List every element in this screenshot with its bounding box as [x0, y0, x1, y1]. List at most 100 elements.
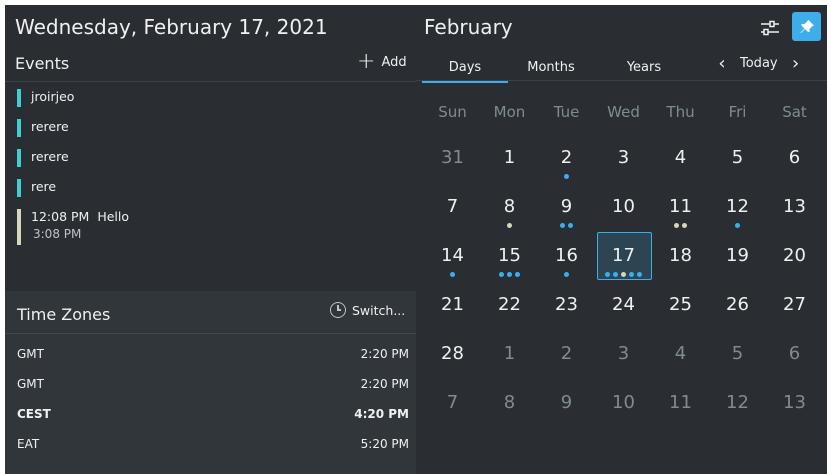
day-cell-selected[interactable]: 17 [595, 234, 652, 283]
day-cell[interactable]: 5 [709, 136, 766, 185]
switch-timezone-button[interactable]: Switch... [330, 302, 405, 318]
tz-separator [5, 333, 416, 334]
tab-years[interactable]: Years [594, 56, 694, 80]
day-number: 10 [612, 196, 635, 217]
day-cell[interactable]: 21 [424, 283, 481, 332]
day-cell[interactable]: 7 [424, 185, 481, 234]
day-number: 3 [617, 343, 630, 364]
day-cell[interactable]: 16 [538, 234, 595, 283]
weekday-label: Fri [728, 103, 747, 121]
day-cell[interactable]: 2 [538, 332, 595, 381]
day-cell[interactable]: 1 [481, 136, 538, 185]
day-number: 6 [788, 147, 801, 168]
event-line: rere [31, 179, 56, 194]
day-cell[interactable]: 9 [538, 381, 595, 430]
day-number: 25 [669, 294, 692, 315]
day-cell[interactable]: 1 [481, 332, 538, 381]
day-cell[interactable]: 4 [652, 332, 709, 381]
event-end-time: 3:08 PM [33, 227, 82, 241]
configure-button[interactable] [758, 16, 782, 40]
day-cell[interactable]: 6 [766, 332, 823, 381]
day-number: 5 [731, 343, 744, 364]
month-navigation: ‹ Today › [712, 53, 806, 74]
day-cell[interactable]: 15 [481, 234, 538, 283]
pin-button[interactable] [792, 12, 821, 41]
event-item[interactable]: jroirjeo [17, 89, 74, 107]
day-cell[interactable]: 3 [595, 332, 652, 381]
day-number: 7 [446, 196, 459, 217]
day-cell[interactable]: 8 [481, 381, 538, 430]
day-cell[interactable]: 26 [709, 283, 766, 332]
day-cell[interactable]: 18 [652, 234, 709, 283]
day-cell[interactable]: 2 [538, 136, 595, 185]
day-cell[interactable]: 11 [652, 185, 709, 234]
today-button[interactable]: Today [732, 56, 786, 71]
day-cell[interactable]: 13 [766, 381, 823, 430]
tab-months[interactable]: Months [508, 56, 594, 80]
day-cell[interactable]: 6 [766, 136, 823, 185]
event-item[interactable]: rerere [17, 149, 69, 167]
event-indicator-dots [652, 223, 709, 228]
day-cell[interactable]: 14 [424, 234, 481, 283]
event-item[interactable]: 12:08 PM Hello 3:08 PM [17, 209, 129, 245]
day-cell[interactable]: 24 [595, 283, 652, 332]
event-line: rerere [31, 149, 69, 164]
day-cell[interactable]: 7 [424, 381, 481, 430]
day-cell[interactable]: 5 [709, 332, 766, 381]
day-cell[interactable]: 23 [538, 283, 595, 332]
event-title: jroirjeo [31, 89, 75, 104]
day-cell[interactable]: 8 [481, 185, 538, 234]
day-number: 13 [783, 392, 806, 413]
tab-days[interactable]: Days [422, 56, 508, 83]
day-cell[interactable]: 13 [766, 185, 823, 234]
event-dot [507, 223, 512, 228]
day-number: 4 [674, 343, 687, 364]
timezone-row: CEST 4:20 PM [17, 407, 409, 421]
day-cell[interactable]: 10 [595, 381, 652, 430]
timezone-name: GMT [17, 377, 44, 391]
day-number: 17 [612, 245, 635, 266]
day-cell[interactable]: 28 [424, 332, 481, 381]
event-color-bar [17, 119, 21, 137]
event-dot [605, 272, 610, 277]
day-cell[interactable]: 20 [766, 234, 823, 283]
event-body: jroirjeo [31, 89, 74, 104]
event-dot [621, 272, 626, 277]
event-color-bar [17, 209, 21, 245]
timezone-name: GMT [17, 347, 44, 361]
day-number: 13 [783, 196, 806, 217]
day-cell[interactable]: 10 [595, 185, 652, 234]
event-dot [515, 272, 520, 277]
day-cell[interactable]: 19 [709, 234, 766, 283]
event-title: rerere [31, 119, 69, 134]
day-cell[interactable]: 3 [595, 136, 652, 185]
event-color-bar [17, 89, 21, 107]
event-indicator-dots [538, 174, 595, 179]
day-cell[interactable]: 22 [481, 283, 538, 332]
day-number: 8 [503, 196, 516, 217]
event-indicator-dots [709, 223, 766, 228]
event-indicator-dots [595, 272, 652, 277]
day-cell[interactable]: 4 [652, 136, 709, 185]
chevron-right-icon[interactable]: › [786, 53, 806, 74]
event-title: rere [31, 179, 57, 194]
day-cell[interactable]: 12 [709, 185, 766, 234]
event-dot [507, 272, 512, 277]
day-cell[interactable]: 12 [709, 381, 766, 430]
add-event-button[interactable]: + Add [357, 51, 407, 73]
day-cell[interactable]: 9 [538, 185, 595, 234]
day-number: 16 [555, 245, 578, 266]
timezone-time: 4:20 PM [354, 407, 409, 421]
day-cell[interactable]: 11 [652, 381, 709, 430]
day-cell[interactable]: 27 [766, 283, 823, 332]
calendar-popup: Wednesday, February 17, 2021 Events + Ad… [5, 5, 827, 474]
event-dot [499, 272, 504, 277]
event-item[interactable]: rerere [17, 119, 69, 137]
event-item[interactable]: rere [17, 179, 56, 197]
day-cell[interactable]: 31 [424, 136, 481, 185]
event-dot [450, 272, 455, 277]
tabs-separator [416, 80, 827, 81]
day-cell[interactable]: 25 [652, 283, 709, 332]
chevron-left-icon[interactable]: ‹ [712, 53, 732, 74]
timezone-row: GMT 2:20 PM [17, 377, 409, 391]
